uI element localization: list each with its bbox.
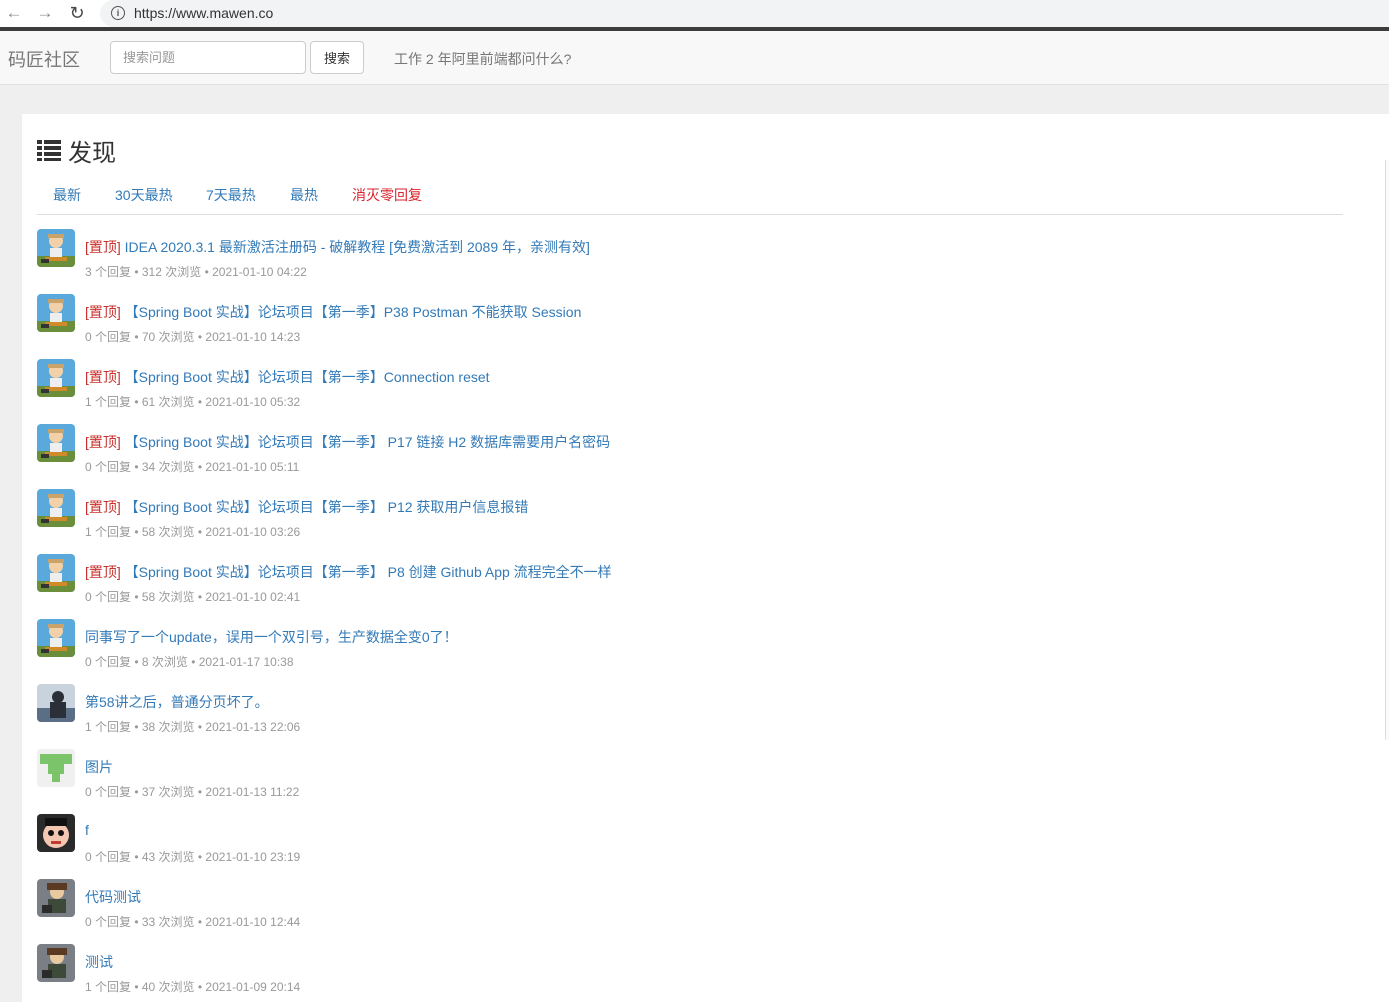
page-title-text: 发现 [68, 139, 116, 167]
topic-title-link[interactable]: [置顶] IDEA 2020.3.1 最新激活注册码 - 破解教程 [免费激活到… [85, 237, 590, 257]
topic-meta: 3 个回复 • 312 次浏览 • 2021-01-10 04:22 [85, 265, 307, 279]
topic-meta: 0 个回复 • 8 次浏览 • 2021-01-17 10:38 [85, 655, 294, 669]
topic-title-text: 【Spring Boot 实战】论坛项目【第一季】P38 Postman 不能获… [120, 304, 582, 320]
tab-zero-reply[interactable]: 消灭零回复 [352, 185, 422, 205]
brand-logo[interactable]: 码匠社区 [8, 46, 80, 72]
topic-title-text: 【Spring Boot 实战】论坛项目【第一季】Connection rese… [120, 369, 490, 385]
topic-meta: 0 个回复 • 37 次浏览 • 2021-01-13 11:22 [85, 785, 300, 799]
url-text[interactable]: https://www.mawen.co [134, 5, 273, 21]
pinned-badge: [置顶] [85, 499, 121, 515]
list-icon [37, 139, 61, 161]
topic-item: 同事写了一个update，误用一个双引号，生产数据全变0了！ 0 个回复 • 8 … [37, 619, 1337, 669]
topic-title-link[interactable]: [置顶] 【Spring Boot 实战】论坛项目【第一季】P38 Postma… [85, 302, 581, 322]
cartoon-avatar[interactable] [37, 424, 75, 462]
topic-item: 第58讲之后，普通分页坏了。 1 个回复 • 38 次浏览 • 2021-01-1… [37, 684, 1337, 734]
topic-title-text: 代码测试 [85, 889, 141, 905]
anime-avatar[interactable] [37, 879, 75, 917]
face-avatar[interactable] [37, 814, 75, 852]
topic-meta: 0 个回复 • 70 次浏览 • 2021-01-10 14:23 [85, 330, 301, 344]
site-navbar: 码匠社区 搜索 工作 2 年阿里前端都问什么? [0, 31, 1389, 85]
topic-item: 测试 1 个回复 • 40 次浏览 • 2021-01-09 20:14 [37, 944, 1337, 994]
tab-hottest[interactable]: 最热 [290, 185, 318, 205]
topic-item: 代码测试 0 个回复 • 33 次浏览 • 2021-01-10 12:44 [37, 879, 1337, 929]
back-arrow-icon[interactable]: ← [3, 3, 25, 23]
cartoon-avatar[interactable] [37, 229, 75, 267]
cartoon-avatar[interactable] [37, 359, 75, 397]
topic-item: 图片 0 个回复 • 37 次浏览 • 2021-01-13 11:22 [37, 749, 1337, 799]
cartoon-avatar[interactable] [37, 489, 75, 527]
tab-30-days-hot[interactable]: 30天最热 [115, 185, 173, 205]
topic-title-link[interactable]: [置顶] 【Spring Boot 实战】论坛项目【第一季】 P12 获取用户信… [85, 497, 528, 517]
pinned-badge: [置顶] [85, 304, 121, 320]
side-scrollbar[interactable] [1385, 160, 1389, 740]
topic-title-link[interactable]: 同事写了一个update，误用一个双引号，生产数据全变0了！ [85, 627, 458, 647]
pinned-badge: [置顶] [85, 564, 121, 580]
topic-title-text: 图片 [85, 759, 113, 775]
pinned-badge: [置顶] [85, 434, 121, 450]
pinned-badge: [置顶] [85, 239, 121, 255]
topic-title-link[interactable]: 第58讲之后，普通分页坏了。 [85, 692, 269, 712]
topic-meta: 0 个回复 • 58 次浏览 • 2021-01-10 02:41 [85, 590, 301, 604]
cartoon-avatar[interactable] [37, 554, 75, 592]
tab-7-days-hot[interactable]: 7天最热 [206, 185, 256, 205]
topic-title-text: 同事写了一个update，误用一个双引号，生产数据全变0了！ [85, 629, 458, 645]
topic-title-text: 第58讲之后，普通分页坏了。 [85, 694, 269, 710]
topic-title-link[interactable]: f [85, 822, 89, 838]
topic-meta: 1 个回复 • 58 次浏览 • 2021-01-10 03:26 [85, 525, 301, 539]
topic-title-text: 测试 [85, 954, 113, 970]
topic-title-link[interactable]: [置顶] 【Spring Boot 实战】论坛项目【第一季】Connection… [85, 367, 490, 387]
topic-item: [置顶] 【Spring Boot 实战】论坛项目【第一季】 P12 获取用户信… [37, 489, 1337, 539]
topic-title-link[interactable]: 代码测试 [85, 887, 141, 907]
topic-item: [置顶] 【Spring Boot 实战】论坛项目【第一季】 P17 链接 H2… [37, 424, 1337, 474]
topic-item: [置顶] 【Spring Boot 实战】论坛项目【第一季】P38 Postma… [37, 294, 1337, 344]
info-icon[interactable]: i [111, 6, 125, 20]
topic-item: [置顶] 【Spring Boot 实战】论坛项目【第一季】 P8 创建 Git… [37, 554, 1337, 604]
address-bar[interactable]: i https://www.mawen.co [100, 0, 1389, 27]
sort-tabs: 最新 30天最热 7天最热 最热 消灭零回复 [37, 170, 1343, 215]
photo-avatar[interactable] [37, 684, 75, 722]
topic-title-link[interactable]: 测试 [85, 952, 113, 972]
pinned-badge: [置顶] [85, 369, 121, 385]
cartoon-avatar[interactable] [37, 294, 75, 332]
topic-meta: 0 个回复 • 33 次浏览 • 2021-01-10 12:44 [85, 915, 301, 929]
topic-meta: 1 个回复 • 61 次浏览 • 2021-01-10 05:32 [85, 395, 301, 409]
nav-link-interview[interactable]: 工作 2 年阿里前端都问什么? [394, 49, 571, 69]
topic-item: [置顶] 【Spring Boot 实战】论坛项目【第一季】Connection… [37, 359, 1337, 409]
topic-item: f 0 个回复 • 43 次浏览 • 2021-01-10 23:19 [37, 814, 1337, 864]
tab-latest[interactable]: 最新 [53, 185, 81, 205]
reload-icon[interactable]: ↻ [66, 3, 88, 23]
forward-arrow-icon[interactable]: → [34, 3, 56, 23]
topic-meta: 0 个回复 • 34 次浏览 • 2021-01-10 05:11 [85, 460, 300, 474]
topic-title-link[interactable]: [置顶] 【Spring Boot 实战】论坛项目【第一季】 P8 创建 Git… [85, 562, 612, 582]
search-button[interactable]: 搜索 [310, 41, 364, 74]
topic-title-text: IDEA 2020.3.1 最新激活注册码 - 破解教程 [免费激活到 2089… [120, 239, 590, 255]
topic-meta: 0 个回复 • 43 次浏览 • 2021-01-10 23:19 [85, 850, 301, 864]
browser-toolbar: ← → ↻ i https://www.mawen.co [0, 0, 1389, 31]
topic-item: [置顶] IDEA 2020.3.1 最新激活注册码 - 破解教程 [免费激活到… [37, 229, 1337, 279]
search-input[interactable] [110, 41, 306, 74]
topic-title-text: 【Spring Boot 实战】论坛项目【第一季】 P17 链接 H2 数据库需… [120, 434, 611, 450]
page-title: 发现 [37, 134, 116, 167]
anime-avatar[interactable] [37, 944, 75, 982]
topic-meta: 1 个回复 • 40 次浏览 • 2021-01-09 20:14 [85, 980, 301, 994]
topic-title-link[interactable]: 图片 [85, 757, 113, 777]
identicon-avatar[interactable] [37, 749, 75, 787]
topic-title-text: f [85, 822, 89, 838]
topic-title-text: 【Spring Boot 实战】论坛项目【第一季】 P8 创建 Github A… [120, 564, 612, 580]
cartoon-avatar[interactable] [37, 619, 75, 657]
topic-meta: 1 个回复 • 38 次浏览 • 2021-01-13 22:06 [85, 720, 301, 734]
main-panel: 发现 最新 30天最热 7天最热 最热 消灭零回复 [置顶] IDEA 2020… [22, 114, 1389, 1002]
topic-title-text: 【Spring Boot 实战】论坛项目【第一季】 P12 获取用户信息报错 [120, 499, 529, 515]
topic-title-link[interactable]: [置顶] 【Spring Boot 实战】论坛项目【第一季】 P17 链接 H2… [85, 432, 610, 452]
